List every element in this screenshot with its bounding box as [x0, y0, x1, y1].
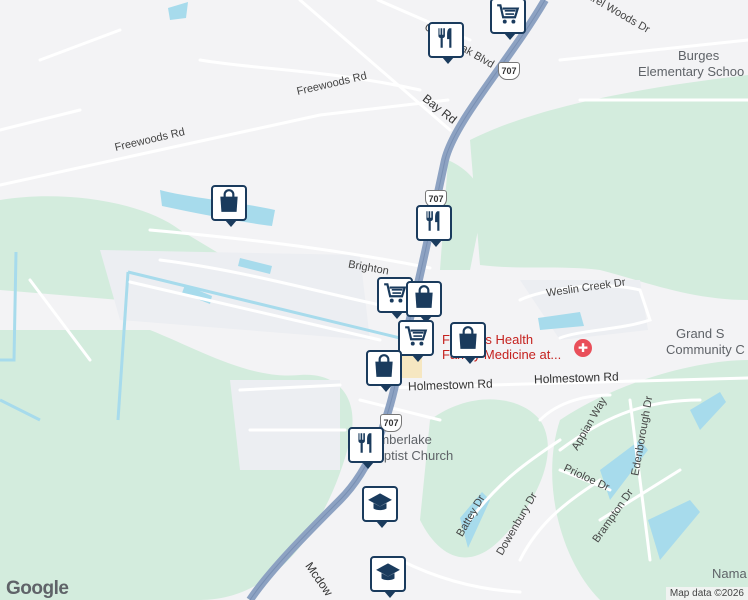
road-label-holmestown-left: Holmestown Rd [407, 376, 493, 394]
map-attribution[interactable]: Map data ©2026 [665, 587, 748, 600]
map-pin-shopping[interactable] [211, 185, 247, 227]
place-label-burgess-1: Burges [678, 48, 720, 63]
map-pin-restaurant[interactable] [348, 427, 384, 469]
place-label-burgess-2: Elementary Schoo [638, 64, 745, 79]
hospital-icon[interactable]: ✚ [574, 339, 592, 357]
map-canvas[interactable]: Laurel Woods Dr Green Oak Blvd Freewoods… [0, 0, 748, 600]
shopping-bag-icon [455, 325, 481, 356]
map-pin-shopping[interactable] [366, 350, 402, 392]
highway-707-shield: 707 [498, 62, 520, 80]
map-pin-shopping[interactable] [406, 281, 442, 323]
map-pin-grocery[interactable] [490, 0, 526, 40]
place-label-grand-strand-2: Community C [666, 342, 745, 357]
google-logo[interactable]: Google [6, 578, 69, 600]
shopping-bag-icon [411, 284, 437, 315]
map-pin-restaurant[interactable] [428, 22, 464, 64]
shopping-bag-icon [371, 353, 397, 384]
place-label-grand-strand-1: Grand S [676, 326, 725, 341]
school-cap-icon [367, 489, 393, 520]
grocery-cart-icon [382, 280, 408, 311]
restaurant-icon [353, 430, 379, 461]
map-pin-school[interactable] [362, 486, 398, 528]
map-pin-grocery[interactable] [398, 320, 434, 362]
map-pin-shopping[interactable] [450, 322, 486, 364]
grocery-cart-icon [495, 1, 521, 32]
map-pin-school[interactable] [370, 556, 406, 598]
restaurant-icon [421, 208, 447, 239]
restaurant-icon [433, 25, 459, 56]
place-label-nama: Nama [712, 566, 747, 581]
road-label-holmestown-right: Holmestown Rd [533, 369, 619, 387]
shopping-bag-icon [216, 188, 242, 219]
school-cap-icon [375, 559, 401, 590]
grocery-cart-icon [403, 323, 429, 354]
map-pin-restaurant[interactable] [416, 205, 452, 247]
